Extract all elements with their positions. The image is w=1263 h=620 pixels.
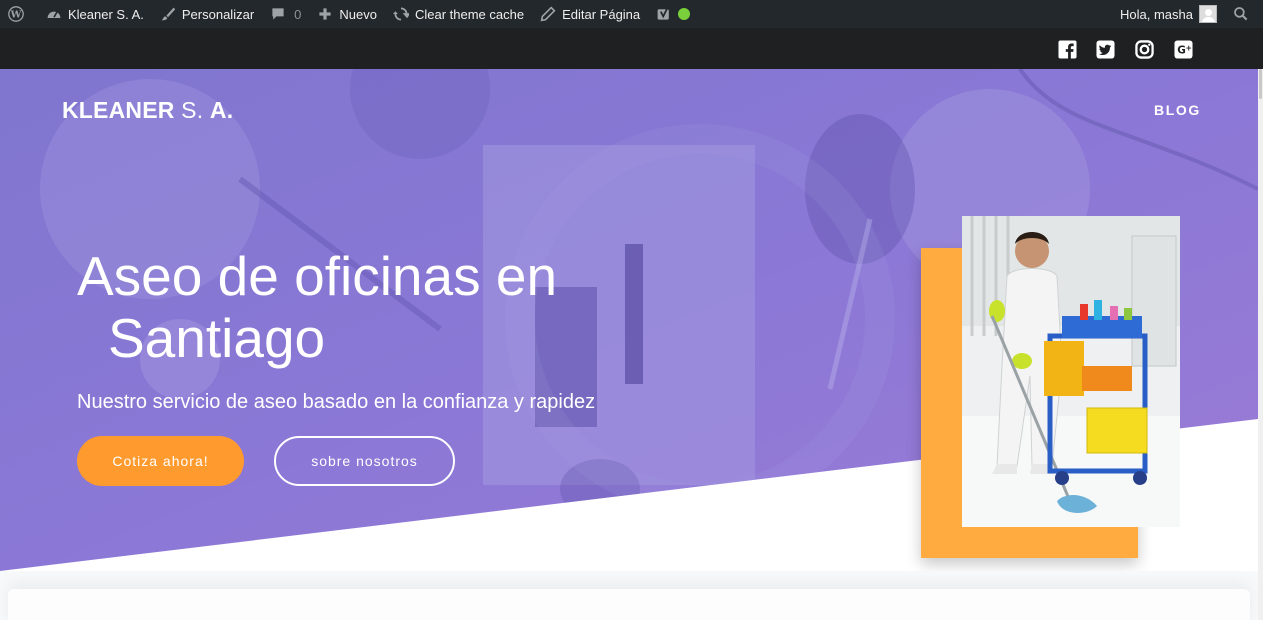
twitter-icon[interactable] <box>1096 40 1115 59</box>
instagram-icon[interactable] <box>1135 40 1154 59</box>
customize-link[interactable]: Personalizar <box>152 0 262 28</box>
svg-text:W: W <box>10 10 22 21</box>
page-scrollbar[interactable] <box>1258 69 1263 620</box>
svg-text:G: G <box>1177 44 1186 56</box>
quote-now-button[interactable]: Cotiza ahora! <box>77 436 244 486</box>
site-logo[interactable]: KLEANER S. A. <box>62 97 233 124</box>
hero-subtitle: Nuestro servicio de aseo basado en la co… <box>77 391 596 413</box>
google-plus-icon[interactable]: G <box>1174 40 1193 59</box>
site-name-link[interactable]: Kleaner S. A. <box>38 0 152 28</box>
brand-name-bold: KLEANER <box>62 97 175 123</box>
plus-icon <box>317 6 333 22</box>
about-us-button[interactable]: sobre nosotros <box>274 436 455 486</box>
content-card <box>8 589 1250 620</box>
yoast-seo-link[interactable] <box>648 0 698 28</box>
new-content-link[interactable]: Nuevo <box>309 0 385 28</box>
search-icon <box>1233 6 1249 22</box>
dashboard-gauge-icon <box>46 6 62 22</box>
seo-status-dot <box>678 8 691 20</box>
wordpress-icon: W <box>8 6 24 22</box>
admin-search-button[interactable] <box>1225 0 1263 28</box>
brand-name-light: S. <box>181 97 204 123</box>
pencil-icon <box>540 6 556 22</box>
hero-title-line-2: Santiago <box>108 307 326 369</box>
admin-bar: W Kleaner S. A. Personalizar 0 Nuevo Cle… <box>0 0 1263 28</box>
site-name-label: Kleaner S. A. <box>68 6 144 22</box>
hero-title: Aseo de oficinas en Santiago <box>77 245 557 369</box>
yoast-icon <box>656 6 672 22</box>
content-section <box>0 571 1258 620</box>
social-bar: G <box>0 28 1263 69</box>
refresh-icon <box>392 6 409 22</box>
clear-cache-link[interactable]: Clear theme cache <box>385 0 532 28</box>
avatar <box>1199 5 1217 23</box>
brand-name-bold-2: A. <box>209 97 234 123</box>
hero-section: KLEANER S. A. BLOG Aseo de oficinas en S… <box>0 69 1258 571</box>
clear-cache-label: Clear theme cache <box>414 6 525 22</box>
facebook-icon[interactable] <box>1058 40 1077 59</box>
paintbrush-icon <box>160 6 176 22</box>
comments-count: 0 <box>294 6 302 22</box>
scrollbar-thumb[interactable] <box>1259 69 1262 99</box>
edit-page-link[interactable]: Editar Página <box>532 0 648 28</box>
wordpress-logo-button[interactable]: W <box>0 0 38 28</box>
comment-bubble-icon <box>270 6 286 22</box>
nav-blog-link[interactable]: BLOG <box>1154 102 1201 118</box>
customize-label: Personalizar <box>181 6 255 22</box>
hero-title-line-1: Aseo de oficinas en <box>77 245 558 307</box>
greeting-label: Hola, masha <box>1120 6 1193 22</box>
cleaner-photo <box>962 216 1180 527</box>
new-content-label: Nuevo <box>339 6 377 22</box>
account-menu[interactable]: Hola, masha <box>1112 0 1225 28</box>
comments-link[interactable]: 0 <box>262 0 309 28</box>
edit-page-label: Editar Página <box>562 6 641 22</box>
